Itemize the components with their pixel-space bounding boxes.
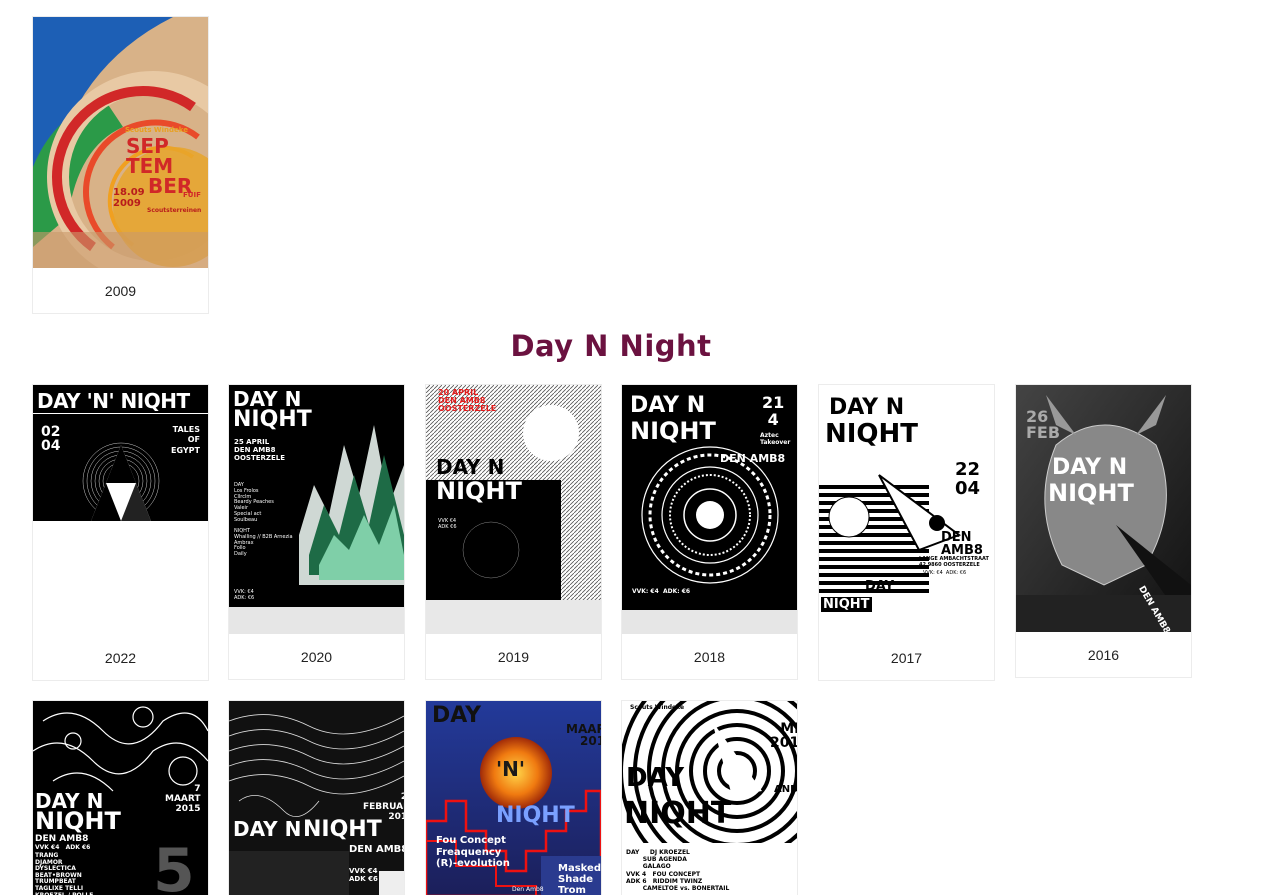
poster-2009-art — [33, 17, 208, 268]
poster-2015-lineup: TRANG DJAMOR DYSLECTICA BEAT•BROWN TRUMP… — [35, 852, 93, 895]
poster-2016-title-a: DAY N — [1052, 455, 1128, 480]
poster-2014-prices: VVK €4 ADK €6 — [349, 867, 378, 884]
poster-2013-side: Masked Shade Trom — [558, 863, 601, 895]
poster-card-2018[interactable]: DAY N NIQHT 21 4 Aztec Takeover DEN AMB8… — [621, 384, 798, 680]
poster-2017-prices: VVK: €4 ADK: €6 — [923, 570, 967, 576]
section-title: Day N Night — [510, 329, 712, 363]
poster-2009-tag: FUIF — [183, 191, 201, 199]
poster-2019-image[interactable]: 20 APRIL DEN AMB8 OOSTERZELE DAY N NIQHT… — [426, 385, 601, 634]
poster-2016-date: 26 FEB — [1026, 407, 1061, 442]
poster-2019-date: 20 APRIL DEN AMB8 OOSTERZELE — [438, 388, 497, 413]
poster-card-2019[interactable]: 20 APRIL DEN AMB8 OOSTERZELE DAY N NIQHT… — [425, 384, 602, 680]
poster-card-2017[interactable]: DAY N NIQHT 22 04 DEN AMB8 LANGE AMBACHT… — [818, 384, 995, 681]
poster-2012-date: 5 MEI 2012 — [770, 720, 797, 752]
poster-2015-image[interactable]: 5 DAY N NIQHT 7 MAART 2015 DEN AMB8 VVK … — [33, 701, 208, 895]
poster-card-2009[interactable]: Scouts Windeke SEP TEM BER 18.09 2009 FU… — [32, 16, 209, 314]
poster-2020-title-a: DAY N — [233, 387, 302, 411]
poster-2019-title-b: NIQHT — [436, 477, 522, 505]
poster-2019-year: 2019 — [497, 648, 530, 665]
poster-2020-info: 25 APRIL DEN AMB8 OOSTERZELE — [234, 438, 285, 463]
poster-2016-title-b: NIQHT — [1048, 479, 1134, 507]
poster-2022-date: 02 04 — [41, 424, 61, 454]
poster-2017-title-a: DAY N — [829, 395, 905, 420]
poster-2019-prices: VVK €4 ADK €6 — [438, 518, 457, 530]
poster-2018-venue: DEN AMB8 — [720, 452, 786, 465]
poster-2015-venue: DEN AMB8 — [35, 834, 89, 844]
poster-2015-date: 7 MAART 2015 — [165, 784, 201, 814]
poster-2012-image[interactable]: Scouts Windeke 5 MEI 2012 DAY NIQHT AND … — [622, 701, 797, 895]
poster-2022-title: DAY 'N' NIQHT — [37, 389, 190, 413]
poster-2013-title-a: DAY — [432, 703, 482, 728]
poster-2017-title-b: NIQHT — [825, 419, 919, 449]
poster-2018-date: 21 4 — [762, 393, 785, 429]
poster-card-2020[interactable]: DAY N NIQHT 25 APRIL DEN AMB8 OOSTERZELE… — [228, 384, 405, 680]
poster-2022-image[interactable]: DAY 'N' NIQHT 02 04 TALES OF EGYPT — [33, 385, 208, 635]
poster-2019-art — [426, 385, 601, 634]
poster-2018-prices: VVK: €4 ADK: €6 — [632, 588, 691, 595]
poster-2013-title-b: 'N' — [496, 757, 525, 781]
poster-card-2012[interactable]: Scouts Windeke 5 MEI 2012 DAY NIQHT AND … — [621, 700, 798, 895]
poster-2009-org: Scouts Windeke — [125, 126, 189, 134]
poster-card-2015[interactable]: 5 DAY N NIQHT 7 MAART 2015 DEN AMB8 VVK … — [32, 700, 209, 895]
poster-2013-title-c: NIQHT — [496, 803, 575, 828]
poster-2013-date: 2 MAART 2013 — [566, 722, 601, 748]
poster-2017-image[interactable]: DAY N NIQHT 22 04 DEN AMB8 LANGE AMBACHT… — [819, 385, 994, 635]
poster-2009-image[interactable]: Scouts Windeke SEP TEM BER 18.09 2009 FU… — [33, 17, 208, 268]
poster-2014-date: 22 FEBRUARI 2014 — [363, 792, 404, 822]
poster-2012-and: AND — [774, 784, 797, 795]
poster-card-2014[interactable]: DAY N NIQHT 22 FEBRUARI 2014 DEN AMB8 VV… — [228, 700, 405, 895]
poster-2017-date: 22 04 — [955, 459, 981, 499]
poster-2020-lineup: DAY Los Frolos Cllrclm Beardy Peaches Va… — [234, 482, 293, 557]
poster-2020-prices: VVK: €4 ADK: €6 — [234, 589, 255, 601]
poster-2019-title-a: DAY N — [436, 455, 505, 479]
poster-2022-sub: TALES OF EGYPT — [171, 425, 200, 455]
poster-2017-address: LANGE AMBACHTSTRAAT 42 9860 OOSTERZELE — [919, 556, 989, 568]
poster-2018-year: 2018 — [693, 648, 726, 665]
poster-2012-org: Scouts Windeke — [630, 704, 685, 711]
poster-2017-night: NIQHT — [821, 597, 872, 612]
poster-2015-title-b: NIQHT — [35, 807, 121, 835]
poster-2014-title-a: DAY N — [233, 817, 302, 841]
poster-2013-venue: Den Amb8 — [512, 886, 544, 893]
poster-2017-venue: DEN AMB8 — [941, 530, 983, 558]
poster-2015-prices: VVK €4 ADK €6 — [35, 844, 91, 851]
poster-2009-year: 2009 — [104, 282, 137, 299]
poster-2017-year: 2017 — [890, 649, 923, 666]
poster-2014-venue: DEN AMB8 — [349, 844, 404, 855]
poster-2012-title-b: NIQHT — [624, 796, 732, 831]
poster-2018-theme: Aztec Takeover — [760, 432, 791, 446]
poster-2012-title-a: DAY — [626, 763, 685, 793]
poster-2014-image[interactable]: DAY N NIQHT 22 FEBRUARI 2014 DEN AMB8 VV… — [229, 701, 404, 895]
poster-2017-day: DAY — [865, 579, 895, 594]
poster-2016-year: 2016 — [1087, 646, 1120, 663]
poster-2020-year: 2020 — [300, 648, 333, 665]
poster-card-2022[interactable]: DAY 'N' NIQHT 02 04 TALES OF EGYPT 2022 — [32, 384, 209, 681]
poster-2012-lineup: DAY DJ KROEZEL SUB AGENDA GALAGO VVK 4 F… — [626, 849, 730, 892]
poster-2022-year: 2022 — [104, 649, 137, 666]
poster-2018-title-b: NIQHT — [630, 417, 716, 445]
poster-2013-acts: Fou Concept Freaquency (R)-evolution — [436, 835, 510, 869]
poster-2009-venue: Scoutsterreinen — [147, 207, 202, 214]
poster-2020-title-b: NIQHT — [233, 407, 312, 432]
poster-2018-image[interactable]: DAY N NIQHT 21 4 Aztec Takeover DEN AMB8… — [622, 385, 797, 634]
poster-2013-image[interactable]: DAY 'N' NIQHT 2 MAART 2013 Fou Concept F… — [426, 701, 601, 895]
svg-text:5: 5 — [153, 836, 195, 895]
poster-2018-title-a: DAY N — [630, 393, 706, 418]
poster-2020-image[interactable]: DAY N NIQHT 25 APRIL DEN AMB8 OOSTERZELE… — [229, 385, 404, 634]
poster-2009-date: 18.09 2009 — [113, 187, 145, 209]
poster-card-2013[interactable]: DAY 'N' NIQHT 2 MAART 2013 Fou Concept F… — [425, 700, 602, 895]
poster-card-2016[interactable]: 26 FEB DAY N NIQHT DEN AMB8 2016 — [1015, 384, 1192, 678]
poster-2016-image[interactable]: 26 FEB DAY N NIQHT DEN AMB8 — [1016, 385, 1191, 632]
